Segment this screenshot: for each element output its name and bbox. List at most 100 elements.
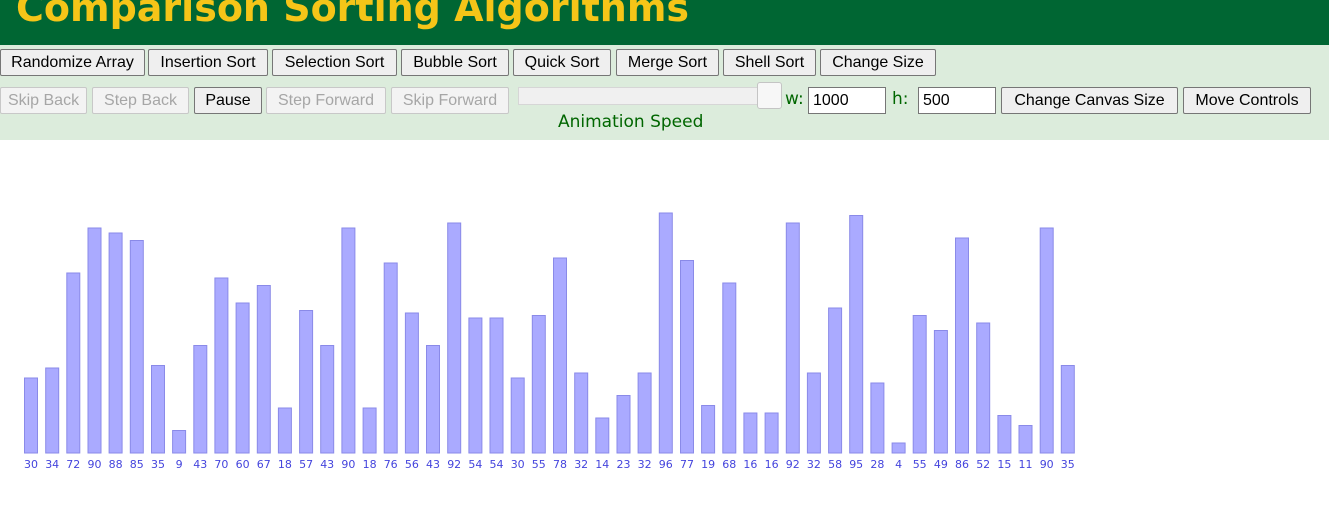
bar-value-label: 52 xyxy=(976,458,990,471)
step-forward-button[interactable]: Step Forward xyxy=(266,87,386,114)
animation-speed-slider-thumb[interactable] xyxy=(757,82,782,109)
bar-value-label: 9 xyxy=(176,458,183,471)
bar xyxy=(129,240,144,454)
randomize-array-button[interactable]: Randomize Array xyxy=(0,49,145,76)
bubble-sort-button[interactable]: Bubble Sort xyxy=(401,49,509,76)
bar xyxy=(616,395,631,454)
bar-value-label: 43 xyxy=(193,458,207,471)
bar-value-label: 67 xyxy=(257,458,271,471)
bar xyxy=(277,407,292,454)
bar xyxy=(828,307,843,454)
selection-sort-button[interactable]: Selection Sort xyxy=(272,49,397,76)
bar-value-label: 85 xyxy=(130,458,144,471)
bar-value-label: 11 xyxy=(1019,458,1033,471)
bar xyxy=(383,262,398,454)
bar xyxy=(574,372,589,454)
step-back-button[interactable]: Step Back xyxy=(92,87,189,114)
bar-value-label: 35 xyxy=(151,458,165,471)
bar xyxy=(531,315,546,454)
change-size-button[interactable]: Change Size xyxy=(820,49,936,76)
bar-value-label: 32 xyxy=(807,458,821,471)
bar xyxy=(595,417,610,454)
bar-value-label: 68 xyxy=(722,458,736,471)
move-controls-button[interactable]: Move Controls xyxy=(1183,87,1311,114)
bar xyxy=(235,302,250,454)
bar xyxy=(870,382,885,454)
shell-sort-button[interactable]: Shell Sort xyxy=(723,49,816,76)
pause-button[interactable]: Pause xyxy=(194,87,262,114)
bar xyxy=(891,442,906,454)
bar-value-label: 86 xyxy=(955,458,969,471)
canvas-width-input[interactable]: 1000 xyxy=(808,87,886,114)
bar-value-label: 30 xyxy=(511,458,525,471)
insertion-sort-button[interactable]: Insertion Sort xyxy=(148,49,268,76)
bar xyxy=(320,345,335,454)
bar-value-label: 58 xyxy=(828,458,842,471)
bar xyxy=(45,367,60,454)
bar xyxy=(1018,425,1033,454)
bar xyxy=(426,345,440,454)
bar xyxy=(701,405,716,454)
bar-value-label: 18 xyxy=(278,458,292,471)
bar xyxy=(1060,365,1075,454)
bar xyxy=(637,372,652,454)
bar xyxy=(66,272,81,454)
bar-value-label: 14 xyxy=(595,458,609,471)
bar-value-label: 57 xyxy=(299,458,313,471)
bar-value-label: 88 xyxy=(109,458,123,471)
height-label: h: xyxy=(892,89,909,109)
bar-value-label: 92 xyxy=(786,458,800,471)
bar-value-label: 54 xyxy=(490,458,504,471)
animation-speed-slider[interactable] xyxy=(518,87,782,105)
bar-value-label: 90 xyxy=(1040,458,1054,471)
bar-value-label: 76 xyxy=(384,458,398,471)
bar-value-label: 70 xyxy=(214,458,228,471)
bar-value-label: 49 xyxy=(934,458,948,471)
bar-value-label: 4 xyxy=(895,458,902,471)
canvas-height-input[interactable]: 500 xyxy=(918,87,996,114)
bar-value-label: 56 xyxy=(405,458,419,471)
bar xyxy=(256,285,271,454)
bar-value-label: 43 xyxy=(320,458,334,471)
bar xyxy=(658,212,673,454)
bar-value-label: 77 xyxy=(680,458,694,471)
merge-sort-button[interactable]: Merge Sort xyxy=(616,49,719,76)
bar xyxy=(108,232,123,454)
bar-value-label: 78 xyxy=(553,458,567,471)
bar-value-label: 18 xyxy=(363,458,377,471)
bar xyxy=(24,377,38,454)
bar xyxy=(912,315,927,454)
bar xyxy=(299,310,314,454)
bar-value-label: 19 xyxy=(701,458,715,471)
bar-value-label: 32 xyxy=(574,458,588,471)
bar xyxy=(151,365,165,454)
bar xyxy=(468,317,483,454)
bar xyxy=(680,260,694,454)
skip-back-button[interactable]: Skip Back xyxy=(0,87,87,114)
bar-value-label: 95 xyxy=(849,458,863,471)
bar xyxy=(743,412,758,454)
animation-speed-label: Animation Speed xyxy=(558,112,704,132)
width-label: w: xyxy=(785,89,804,109)
bar-value-label: 60 xyxy=(236,458,250,471)
bar xyxy=(764,412,779,454)
bar-value-label: 23 xyxy=(617,458,631,471)
bar xyxy=(172,430,187,454)
bar xyxy=(214,277,229,454)
bar-value-label: 30 xyxy=(24,458,38,471)
quick-sort-button[interactable]: Quick Sort xyxy=(513,49,611,76)
bar xyxy=(976,322,991,454)
bar xyxy=(955,237,969,454)
bar xyxy=(1039,227,1054,454)
bar xyxy=(404,312,419,454)
bar xyxy=(447,222,462,454)
bar xyxy=(806,372,821,454)
change-canvas-size-button[interactable]: Change Canvas Size xyxy=(1001,87,1178,114)
bar-value-label: 32 xyxy=(638,458,652,471)
bar xyxy=(722,282,737,454)
skip-forward-button[interactable]: Skip Forward xyxy=(391,87,509,114)
bar-value-label: 90 xyxy=(341,458,355,471)
bar-value-label: 34 xyxy=(45,458,59,471)
bar xyxy=(997,415,1012,454)
sorting-bar-chart: 30 34 72 90 88 85 35 9 43 70 60 67 18 57 43 90 18 76 56 43 9… xyxy=(24,212,1075,471)
